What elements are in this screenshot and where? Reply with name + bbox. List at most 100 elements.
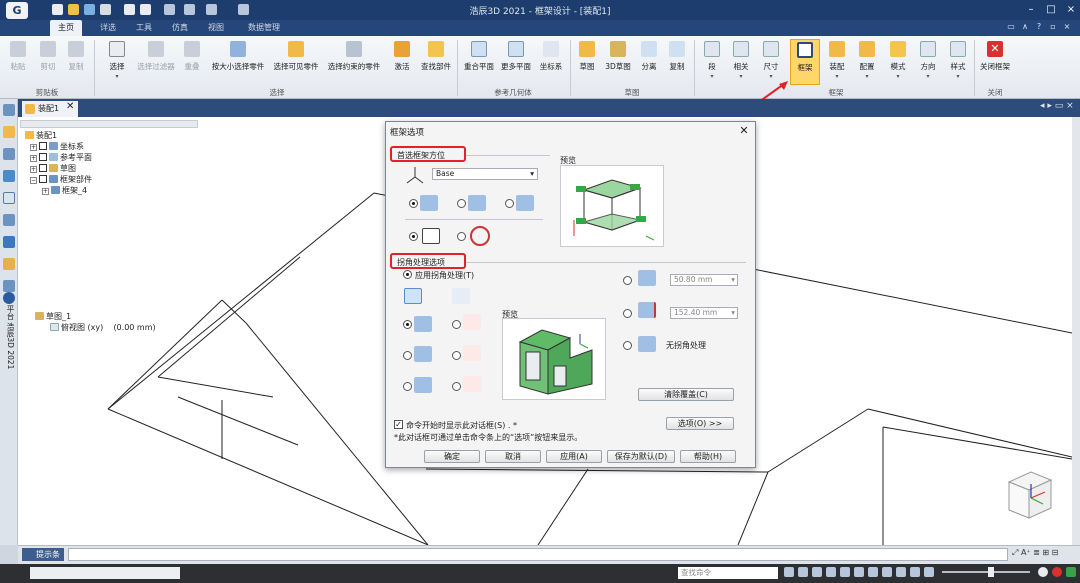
base-dropdown[interactable]: Base ▾ — [432, 168, 538, 180]
coordinate-system-button[interactable]: 坐标系 — [536, 39, 566, 85]
split-button[interactable]: 分离 — [636, 39, 662, 85]
corner-yz-radio[interactable] — [403, 351, 412, 360]
apply-corner-radio[interactable] — [403, 270, 412, 279]
assemble-button[interactable]: 装配 ▾ — [824, 39, 850, 85]
minimize-icon[interactable]: – — [1022, 2, 1040, 18]
help-panel-icon[interactable] — [3, 192, 15, 204]
mode-button[interactable]: 模式 ▾ — [884, 39, 912, 85]
show-dialog-checkbox[interactable]: ✓ — [394, 420, 403, 429]
shading-icon[interactable] — [910, 567, 920, 577]
grid-icon[interactable] — [3, 280, 15, 292]
visibility-checkbox[interactable] — [39, 153, 47, 161]
clear-override-button[interactable]: 清除覆盖(C) — [638, 388, 734, 401]
close-frame-button[interactable]: ✕ 关闭框架 — [978, 39, 1012, 85]
tab-tools[interactable]: 工具 — [128, 20, 160, 36]
find-command-input[interactable]: 查找命令 — [678, 567, 778, 579]
expand-icon[interactable]: + — [30, 155, 37, 162]
zoom-icon[interactable] — [798, 567, 808, 577]
select-button[interactable]: 选择 ▾ — [100, 39, 134, 85]
visibility-checkbox[interactable] — [39, 164, 47, 172]
ok-button[interactable]: 确定 — [424, 450, 480, 463]
tree-item[interactable]: + 草图 — [30, 163, 76, 174]
paste-button[interactable]: 粘贴 — [4, 39, 32, 85]
collapse-icon[interactable]: − — [30, 177, 37, 184]
3d-sketch-button[interactable]: 3D草图 — [602, 39, 634, 85]
style-icon[interactable]: ∧ — [1020, 22, 1030, 32]
overlap-button[interactable]: 重叠 — [178, 39, 206, 85]
corner-length-radio-2[interactable] — [623, 309, 632, 318]
fit-icon[interactable] — [826, 567, 836, 577]
vertical-scrollbar[interactable] — [1072, 117, 1080, 545]
views-icon[interactable] — [882, 567, 892, 577]
teamcenter-icon[interactable] — [3, 236, 15, 248]
apply-button[interactable]: 应用(A) — [546, 450, 602, 463]
tree-item[interactable]: − 框架部件 — [30, 174, 92, 185]
prompt-tools-icons[interactable]: ⤢ A⁺ ≣ ⊞ ⊟ — [1012, 548, 1058, 558]
help-icon[interactable]: ? — [1034, 22, 1044, 32]
tree-item[interactable]: + 坐标系 — [30, 141, 84, 152]
slider-thumb[interactable] — [988, 567, 994, 577]
sketch-node[interactable]: 草图_1 — [35, 311, 71, 322]
configure-button[interactable]: 配置 ▾ — [854, 39, 880, 85]
options-button[interactable]: 选项(O) >> — [666, 417, 734, 430]
restore-icon[interactable]: ▫ — [1048, 22, 1058, 32]
sketch-view-node[interactable]: 俯视图 (xy) (0.00 mm) — [50, 322, 156, 333]
style-view-icon[interactable] — [924, 567, 934, 577]
segment-button[interactable]: 段 ▾ — [700, 39, 724, 85]
reports-icon[interactable] — [3, 258, 15, 270]
tree-collapse-bar[interactable] — [20, 120, 198, 128]
tree-child-item[interactable]: + 框架_4 — [42, 185, 87, 196]
spin-icon[interactable] — [868, 567, 878, 577]
no-corner-radio[interactable] — [623, 341, 632, 350]
corner-type-a-icon[interactable] — [404, 288, 422, 304]
tree-root[interactable]: 装配1 — [25, 130, 57, 141]
layers-icon[interactable] — [3, 148, 15, 160]
cut-button[interactable]: 剪切 — [34, 39, 62, 85]
save-default-button[interactable]: 保存为默认(D) — [607, 450, 675, 463]
corner-xz-radio[interactable] — [403, 382, 412, 391]
copy-button[interactable]: 复制 — [62, 39, 90, 85]
visibility-checkbox[interactable] — [39, 142, 47, 150]
display-icon[interactable] — [896, 567, 906, 577]
prompt-input[interactable] — [68, 548, 1008, 561]
activate-button[interactable]: 激活 — [388, 39, 416, 85]
tab-data-management[interactable]: 数据管理 — [240, 20, 288, 36]
tab-detail[interactable]: 详选 — [92, 20, 124, 36]
xy-orientation-radio[interactable] — [409, 199, 418, 208]
select-filter-button[interactable]: 选择过滤器 — [134, 39, 178, 85]
upload-icon[interactable] — [1066, 567, 1076, 577]
find-part-button[interactable]: 查找部件 — [418, 39, 454, 85]
info-icon[interactable] — [3, 292, 15, 304]
tab-view[interactable]: 视图 — [200, 20, 232, 36]
tab-home[interactable]: 主页 — [50, 20, 82, 36]
corner-length-input-1[interactable]: 50.80 mm ▾ — [670, 274, 738, 286]
library-icon[interactable] — [3, 126, 15, 138]
center-anchor-radio[interactable] — [457, 232, 466, 241]
maximize-icon[interactable]: □ — [1042, 2, 1060, 18]
zoom-in-icon[interactable] — [1038, 567, 1048, 577]
coincident-plane-button[interactable]: 重合平面 — [460, 39, 498, 85]
doc-tab-close-icon[interactable]: ✕ — [66, 101, 74, 112]
view-tool-icon[interactable] — [784, 567, 794, 577]
tree-item[interactable]: + 参考平面 — [30, 152, 92, 163]
rotate-icon[interactable] — [854, 567, 864, 577]
select-constrained-button[interactable]: 选择约束的零件 — [324, 39, 384, 85]
pan-icon[interactable] — [840, 567, 850, 577]
doc-close-icon[interactable]: × — [1062, 22, 1072, 32]
select-by-size-button[interactable]: 按大小选择零件 — [208, 39, 268, 85]
corner-axis-radio-3[interactable] — [452, 382, 461, 391]
family-icon[interactable] — [3, 214, 15, 226]
select-visible-button[interactable]: 选择可见零件 — [270, 39, 322, 85]
expand-icon[interactable]: + — [30, 144, 37, 151]
view-cube-icon[interactable] — [1005, 468, 1055, 524]
tab-simulation[interactable]: 仿真 — [164, 20, 196, 36]
screen-icon[interactable]: ▭ — [1006, 22, 1016, 32]
corner-type-b-icon[interactable] — [452, 288, 470, 304]
frame-button[interactable]: 框架 — [790, 39, 820, 85]
style-button[interactable]: 样式 ▾ — [944, 39, 972, 85]
corner-xy-radio[interactable] — [403, 320, 412, 329]
zoom-slider[interactable] — [942, 567, 1030, 577]
edge-anchor-radio[interactable] — [409, 232, 418, 241]
yz-orientation-radio[interactable] — [457, 199, 466, 208]
corner-length-input-2[interactable]: 152.40 mm ▾ — [670, 307, 738, 319]
